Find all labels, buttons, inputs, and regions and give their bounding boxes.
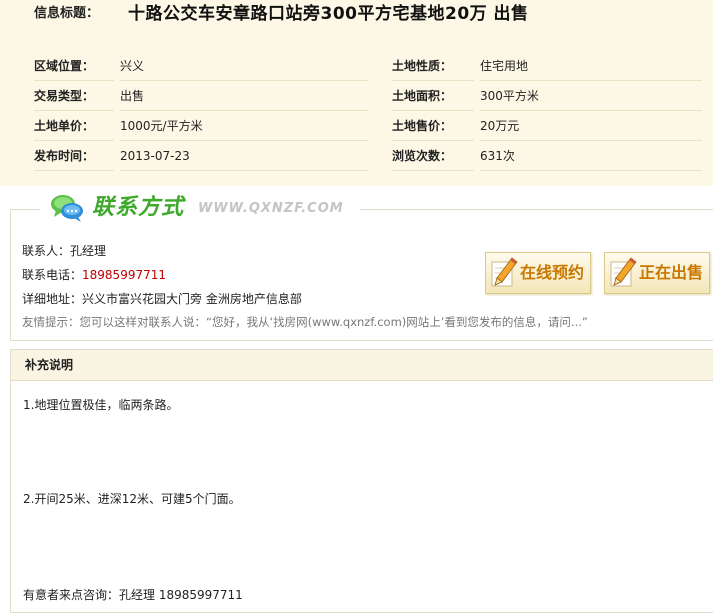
publish-date-label: 发布时间： [34,142,114,171]
listing-title: 十路公交车安章路口站旁300平方宅基地20万 出售 [128,4,529,24]
sale-price-value: 20万元 [480,112,702,141]
supplement-line-1: 1.地理位置极佳，临两条路。 [23,398,179,412]
contact-phone-line: 联系电话：18985997711 [22,266,166,283]
info-row-3: 土地单价： 1000元/平方米 土地售价： 20万元 [24,112,713,142]
contact-title: 联系方式 [92,195,185,220]
info-row-2: 交易类型： 出售 土地面积： 300平方米 [24,82,713,112]
title-label: 信息标题： [34,6,100,21]
supplement-line-3: 有意者来点咨询：孔经理 18985997711 [23,588,243,602]
supplement-title: 补充说明 [25,358,74,372]
site-watermark: WWW.QXNZF.COM [198,201,344,216]
contact-person: 孔经理 [70,244,107,258]
supplement-line-2: 2.开间25米、进深12米、可建5个门面。 [23,492,241,506]
land-type-label: 土地性质： [392,52,474,81]
for-sale-status-button[interactable]: 正在出售 [604,252,710,294]
trade-type-label: 交易类型： [34,82,114,111]
contact-phone-label: 联系电话： [22,268,83,282]
area-value: 兴义 [120,52,368,81]
unit-price-value: 1000元/平方米 [120,112,368,141]
property-info-panel: 信息标题： 十路公交车安章路口站旁300平方宅基地20万 出售 区域位置： 兴义… [0,0,713,186]
land-type-value: 住宅用地 [480,52,702,81]
tip-label: 友情提示： [22,315,80,329]
land-area-value: 300平方米 [480,82,702,111]
contact-phone: 18985997711 [82,268,166,282]
online-appointment-button[interactable]: 在线预约 [485,252,591,294]
info-row-1: 区域位置： 兴义 土地性质： 住宅用地 [24,52,713,82]
supplement-panel: 补充说明 1.地理位置极佳，临两条路。 2.开间25米、进深12米、可建5个门面… [10,349,713,613]
contact-address-label: 详细地址： [22,292,83,306]
sale-price-label: 土地售价： [392,112,474,141]
publish-date-value: 2013-07-23 [120,142,368,171]
contact-person-line: 联系人：孔经理 [22,242,106,259]
unit-price-label: 土地单价： [34,112,114,141]
land-area-label: 土地面积： [392,82,474,111]
view-count-label: 浏览次数： [392,142,474,171]
area-label: 区域位置： [34,52,114,81]
view-count-value: 631次 [480,142,702,171]
friendly-tip-line: 友情提示：您可以这样对联系人说：“您好，我从‘找房网(www.qxnzf.com… [22,314,588,330]
contact-heading: 联系方式 WWW.QXNZF.COM [40,191,360,227]
online-appointment-label: 在线预约 [520,263,585,282]
pencil-icon [610,257,637,287]
chat-bubble-icon [51,195,83,222]
supplement-header: 补充说明 [11,350,713,381]
contact-address: 兴义市富兴花园大门旁 金洲房地产信息部 [82,292,302,306]
pencil-icon [491,257,518,287]
tip-text: 您可以这样对联系人说：“您好，我从‘找房网(www.qxnzf.com)网站上’… [79,315,588,329]
trade-type-value: 出售 [120,82,368,111]
for-sale-status-label: 正在出售 [639,263,704,282]
contact-address-line: 详细地址：兴义市富兴花园大门旁 金洲房地产信息部 [22,290,302,307]
info-row-4: 发布时间： 2013-07-23 浏览次数： 631次 [24,142,713,172]
contact-person-label: 联系人： [22,244,71,258]
title-row: 信息标题： 十路公交车安章路口站旁300平方宅基地20万 出售 [24,0,713,30]
